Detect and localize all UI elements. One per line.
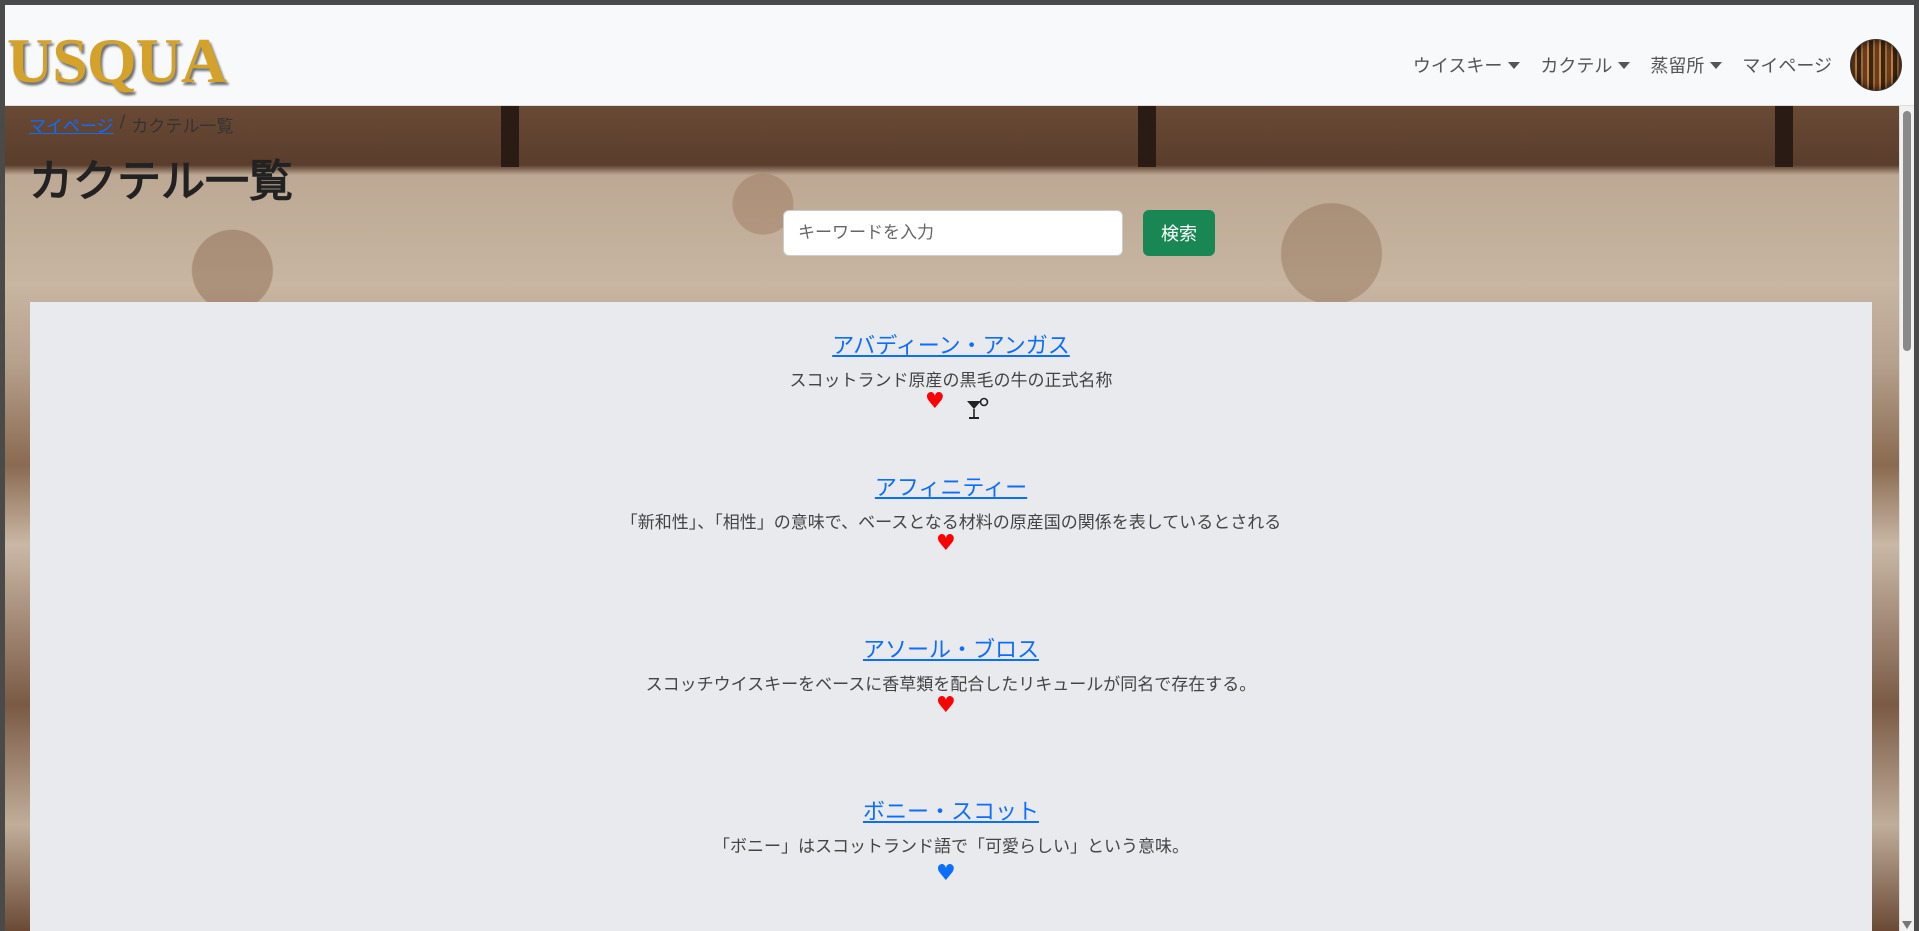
nav-item-mypage[interactable]: マイページ [1732,52,1842,78]
user-avatar[interactable] [1850,39,1902,91]
list-item: ボニー・スコット 「ボニー」はスコットランド語で「可愛らしい」という意味。 ♥ [30,794,1872,893]
list-item: アバディーン・アンガス スコットランド原産の黒毛の牛の正式名称 ♥ [30,328,1872,421]
caret-down-icon [1618,61,1631,69]
nav-item-cocktail-label: カクテル [1540,56,1613,77]
list-item: アソール・ブロス スコッチウイスキーをベースに香草類を配合したリキュールが同名で… [30,632,1872,725]
cocktail-description: スコッチウイスキーをベースに香草類を配合したリキュールが同名で存在する。 [645,675,1257,695]
caret-down-icon [1508,61,1521,69]
cocktail-name-link[interactable]: ボニー・スコット [863,794,1039,826]
navbar: USQUA ウイスキー カクテル 蒸留所 マイページ [5,5,1914,106]
cocktail-description: スコットランド原産の黒毛の牛の正式名称 [789,371,1113,391]
list-item: アフィニティー 「新和性」、「相性」の意味で、ベースとなる材料の原産国の関係を表… [30,470,1872,563]
breadcrumb-home-link[interactable]: マイページ [29,112,114,137]
cocktail-list: アバディーン・アンガス スコットランド原産の黒毛の牛の正式名称 ♥ アフィニティ… [30,302,1872,931]
page-title: カクテル一覧 [29,156,293,207]
nav-item-mypage-label: マイページ [1742,56,1832,77]
wood-plank [1775,105,1793,167]
heart-icon[interactable]: ♥ [936,695,956,717]
cocktail-description: 「新和性」、「相性」の意味で、ベースとなる材料の原産国の関係を表しているとされる [620,513,1282,533]
heart-icon[interactable]: ♥ [936,863,956,885]
item-icons: ♥ [30,391,1872,421]
cocktail-name-link[interactable]: アソール・ブロス [863,632,1039,664]
heart-icon[interactable]: ♥ [925,391,945,413]
wood-plank [501,105,519,167]
nav-item-whisky[interactable]: ウイスキー [1403,52,1530,78]
caret-down-icon [1710,61,1723,69]
nav-menu: ウイスキー カクテル 蒸留所 マイページ [1403,35,1902,95]
search-button[interactable]: 検索 [1143,210,1215,256]
scrollbar[interactable] [1899,105,1914,931]
nav-item-whisky-label: ウイスキー [1412,56,1503,77]
cocktail-name-link[interactable]: アフィニティー [875,470,1027,502]
item-icons: ♥ [30,863,1872,893]
scrollbar-thumb[interactable] [1903,111,1911,351]
browser-window: USQUA ウイスキー カクテル 蒸留所 マイページ マイページ / カクテル一… [5,5,1914,931]
brand-logo[interactable]: USQUA [7,25,227,97]
cocktail-description: 「ボニー」はスコットランド語で「可愛らしい」という意味。 [713,837,1189,857]
nav-item-cocktail[interactable]: カクテル [1530,52,1640,78]
cocktail-glass-icon[interactable] [965,397,991,421]
search-input[interactable] [783,210,1123,256]
breadcrumb-current: カクテル一覧 [131,117,234,137]
item-icons: ♥ [30,533,1872,563]
nav-item-distillery[interactable]: 蒸留所 [1640,52,1732,78]
heart-icon[interactable]: ♥ [936,533,956,555]
cocktail-name-link[interactable]: アバディーン・アンガス [832,328,1070,360]
wood-plank [1138,105,1156,167]
breadcrumb: マイページ / カクテル一覧 [29,112,233,137]
scroll-down-arrow-icon[interactable] [1902,921,1912,929]
nav-item-distillery-label: 蒸留所 [1650,56,1705,77]
item-icons: ♥ [30,695,1872,725]
breadcrumb-separator: / [119,112,126,132]
search-form: 検索 [783,210,1215,256]
